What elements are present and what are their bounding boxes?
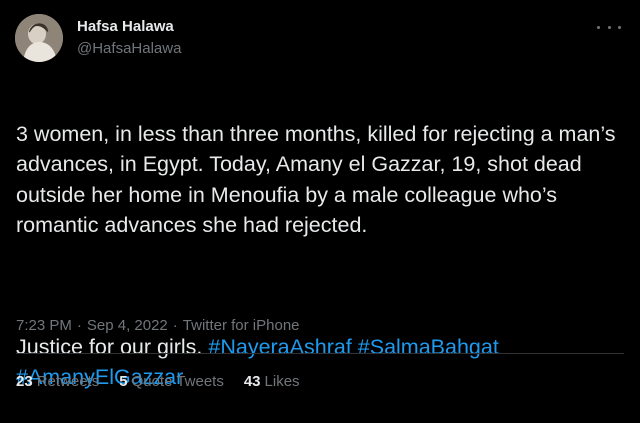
tweet-source[interactable]: Twitter for iPhone xyxy=(183,317,300,334)
tweet-meta: 7:23 PM · Sep 4, 2022 · Twitter for iPhone xyxy=(16,317,300,334)
likes-stat[interactable]: 43 Likes xyxy=(244,373,300,390)
more-horizontal-icon xyxy=(597,25,600,29)
handle[interactable]: @HafsaHalawa xyxy=(77,40,181,57)
avatar-image xyxy=(15,14,63,62)
tweet-card: Hafsa Halawa @HafsaHalawa 3 women, in le… xyxy=(0,0,640,401)
retweets-label: Retweets xyxy=(36,373,100,390)
likes-label: Likes xyxy=(264,373,300,390)
more-horizontal-icon xyxy=(607,25,611,29)
tweet-date[interactable]: Sep 4, 2022 xyxy=(87,317,168,334)
hashtag-link[interactable]: #SalmaBahgat xyxy=(358,335,499,359)
tweet-stats: 23 Retweets 5 Quote Tweets 43 Likes xyxy=(16,373,300,390)
retweets-count: 23 xyxy=(16,373,33,390)
quote-tweets-label: Quote Tweets xyxy=(131,373,224,390)
hashtag-link[interactable]: #NayeraAshraf xyxy=(208,335,351,359)
more-options-button[interactable] xyxy=(597,18,621,36)
display-name[interactable]: Hafsa Halawa xyxy=(77,18,174,35)
more-horizontal-icon xyxy=(618,25,621,29)
quote-tweets-count: 5 xyxy=(119,373,128,390)
quote-tweets-stat[interactable]: 5 Quote Tweets xyxy=(119,373,224,390)
tweet-paragraph: 3 women, in less than three months, kill… xyxy=(16,121,616,238)
tweet-timestamp[interactable]: 7:23 PM xyxy=(16,317,72,334)
meta-separator: · xyxy=(172,317,178,334)
meta-separator: · xyxy=(76,317,82,334)
avatar[interactable] xyxy=(15,14,63,62)
retweets-stat[interactable]: 23 Retweets xyxy=(16,373,99,390)
divider xyxy=(16,353,624,354)
likes-count: 43 xyxy=(243,373,261,390)
justice-text: Justice for our girls. xyxy=(16,334,209,359)
